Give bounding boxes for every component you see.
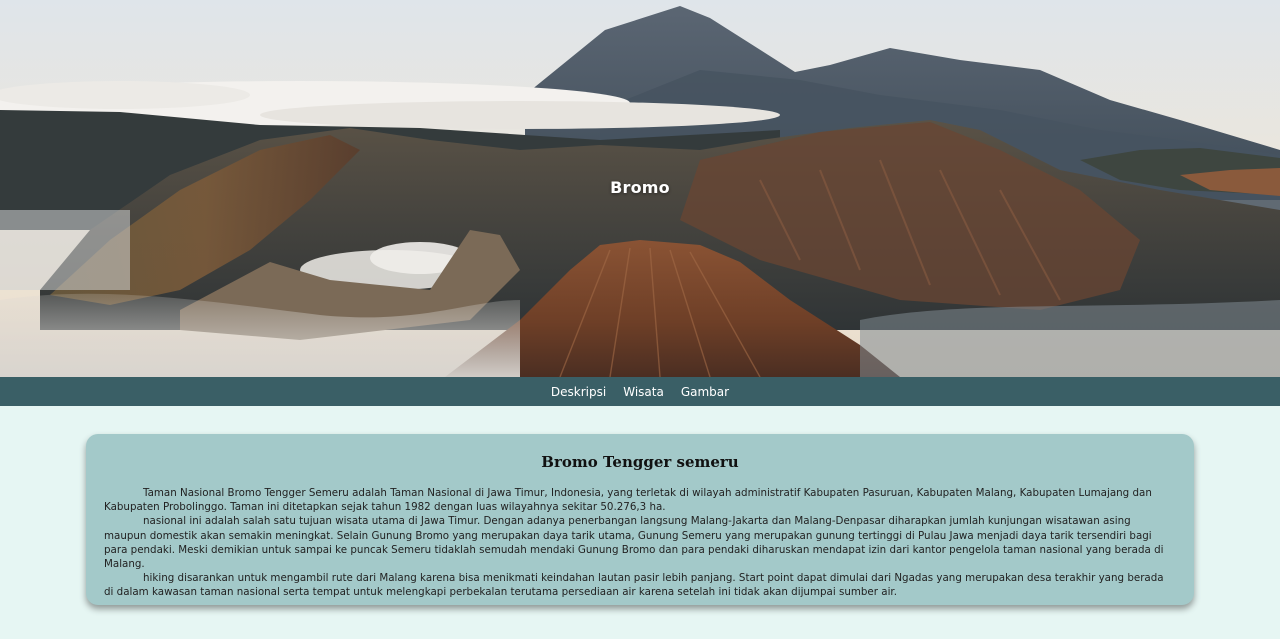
main-nav: Deskripsi Wisata Gambar [0,377,1280,406]
description-paragraph: Taman Nasional Bromo Tengger Semeru adal… [104,487,1152,514]
hero-banner: Bromo [0,0,1280,377]
nav-link-deskripsi[interactable]: Deskripsi [551,385,606,399]
hero-title: Bromo [610,178,670,197]
nav-link-gambar[interactable]: Gambar [681,385,729,399]
description-card: Bromo Tengger semeru Taman Nasional Brom… [86,434,1194,605]
description-paragraph: nasional ini adalah salah satu tujuan wi… [104,515,1164,571]
card-heading: Bromo Tengger semeru [541,453,739,471]
nav-link-wisata[interactable]: Wisata [623,385,664,399]
description-paragraph: hiking disarankan untuk mengambil rute d… [104,572,1164,599]
